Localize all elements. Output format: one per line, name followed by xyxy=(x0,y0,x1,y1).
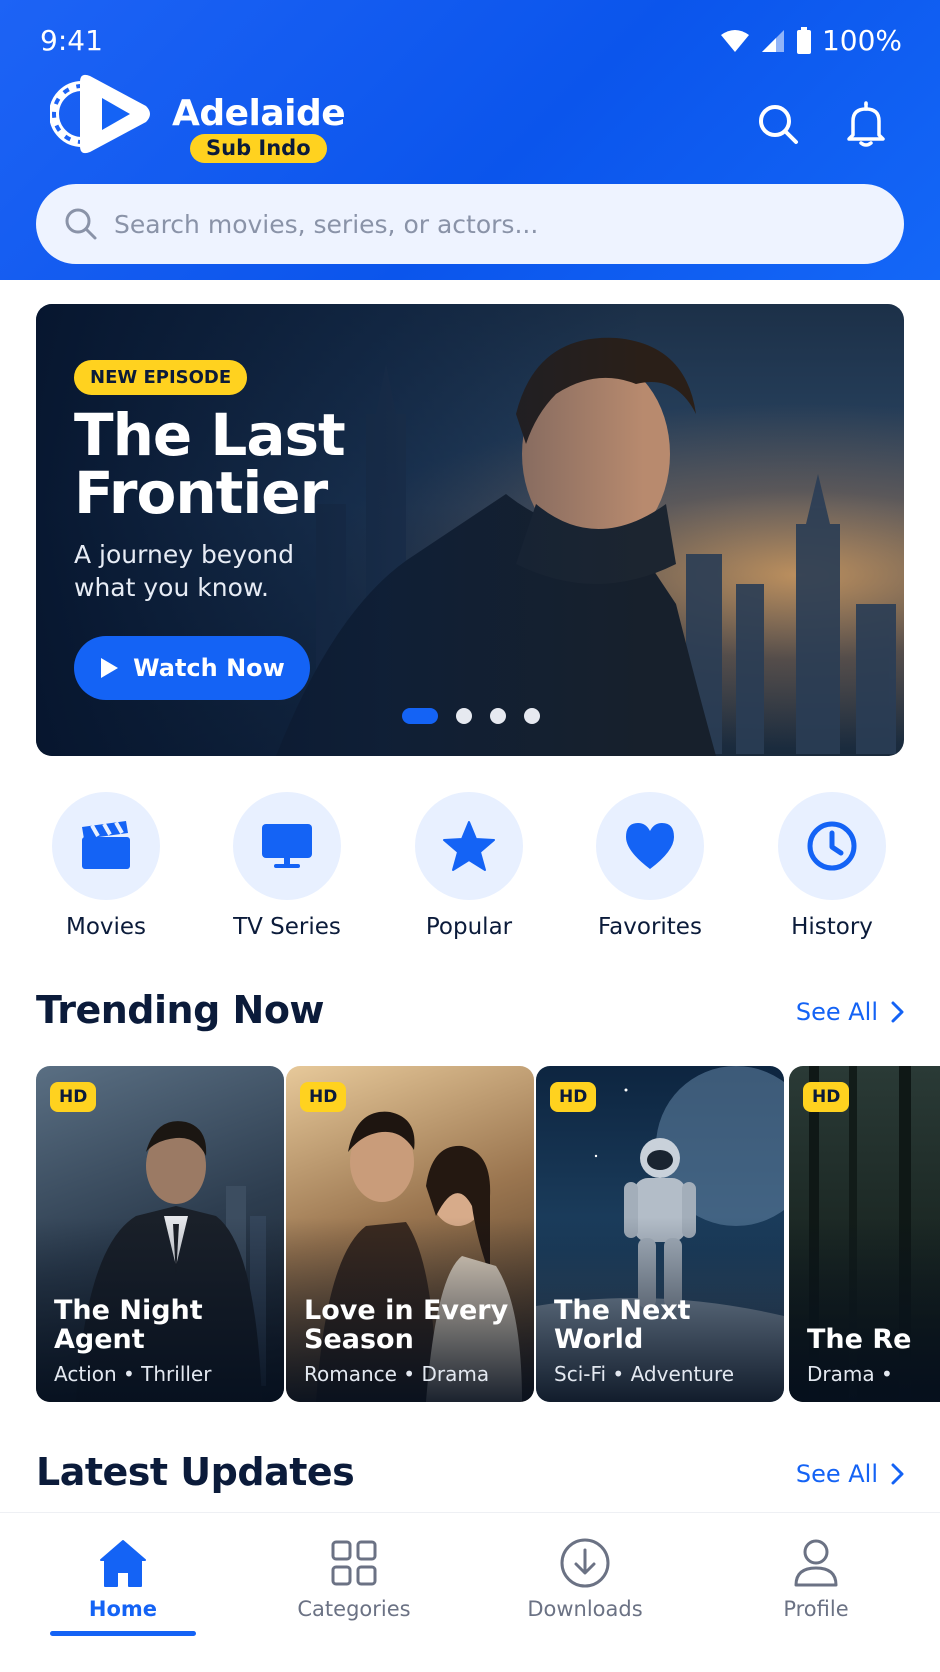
category-movies[interactable]: Movies xyxy=(31,792,181,940)
app-header: 9:41 100% Adelaide Sub Indo xyxy=(0,0,940,280)
carousel-dot[interactable] xyxy=(402,708,438,724)
category-favorites[interactable]: Favorites xyxy=(575,792,725,940)
battery-icon xyxy=(796,26,811,54)
card-genres: Sci-Fi • Adventure xyxy=(554,1362,735,1386)
brand-badge: Sub Indo xyxy=(190,134,327,163)
category-label: TV Series xyxy=(233,914,341,940)
hd-badge: HD xyxy=(300,1082,347,1112)
category-icon-circle xyxy=(778,792,886,900)
card-title: The Next World xyxy=(554,1295,691,1355)
nav-label: Categories xyxy=(297,1597,411,1621)
watch-now-button[interactable]: Watch Now xyxy=(74,636,310,700)
trending-see-all-link[interactable]: See All xyxy=(796,998,904,1026)
category-tv-series[interactable]: TV Series xyxy=(212,792,362,940)
card-genres: Drama • xyxy=(807,1362,893,1386)
trending-title: Trending Now xyxy=(36,988,325,1032)
nav-profile[interactable]: Profile xyxy=(716,1535,916,1621)
bottom-navigation: Home Categories Downloads Profile xyxy=(0,1512,940,1672)
category-history[interactable]: History xyxy=(757,792,907,940)
bell-icon xyxy=(847,101,885,147)
search-icon xyxy=(759,105,798,144)
nav-home[interactable]: Home xyxy=(23,1535,223,1621)
category-icon-circle xyxy=(52,792,160,900)
search-input[interactable] xyxy=(114,209,874,239)
star-icon xyxy=(443,821,495,871)
hd-badge: HD xyxy=(803,1082,850,1112)
search-bar[interactable] xyxy=(36,184,904,264)
nav-categories[interactable]: Categories xyxy=(254,1535,454,1621)
category-popular[interactable]: Popular xyxy=(394,792,544,940)
latest-updates-title: Latest Updates xyxy=(36,1450,355,1494)
carousel-dot[interactable] xyxy=(490,708,506,724)
battery-level: 100% xyxy=(821,24,902,57)
clapperboard-icon xyxy=(82,821,130,869)
card-genres: Romance • Drama xyxy=(304,1362,490,1386)
see-all-label: See All xyxy=(795,1460,878,1488)
chevron-right-icon xyxy=(891,1463,904,1485)
home-icon xyxy=(100,1540,146,1587)
watch-now-label: Watch Now xyxy=(133,654,285,682)
category-label: History xyxy=(791,914,873,940)
card-title: Love in Every Season xyxy=(304,1295,509,1355)
category-icon-circle xyxy=(415,792,523,900)
nav-label: Home xyxy=(88,1597,158,1621)
hero-title: The Last Frontier xyxy=(74,401,346,527)
nav-downloads[interactable]: Downloads xyxy=(485,1535,685,1621)
carousel-indicator xyxy=(402,708,540,724)
hero-badge: NEW EPISODE xyxy=(74,360,248,395)
category-icon-circle xyxy=(596,792,704,900)
cellular-signal-icon xyxy=(761,29,784,52)
status-indicators: 100% xyxy=(720,24,902,57)
card-genres: Action • Thriller xyxy=(54,1362,212,1386)
chevron-right-icon xyxy=(891,1001,904,1023)
nav-label: Profile xyxy=(783,1597,849,1621)
hero-subtitle: A journey beyond what you know. xyxy=(74,540,294,602)
notifications-button[interactable] xyxy=(840,98,892,150)
grid-icon xyxy=(331,1540,377,1586)
hero-banner[interactable]: NEW EPISODE The Last Frontier A journey … xyxy=(36,304,904,756)
category-label: Popular xyxy=(425,914,513,940)
brand-logo-icon xyxy=(49,66,166,162)
status-time: 9:41 xyxy=(40,24,103,57)
nav-label: Downloads xyxy=(527,1597,643,1621)
search-button[interactable] xyxy=(752,98,804,150)
trending-card[interactable]: HD The Re Drama • xyxy=(789,1066,940,1402)
play-icon xyxy=(101,658,119,678)
status-bar: 9:41 100% xyxy=(0,18,940,62)
carousel-dot[interactable] xyxy=(456,708,472,724)
carousel-dot[interactable] xyxy=(524,708,540,724)
profile-icon xyxy=(794,1539,838,1587)
download-icon xyxy=(560,1538,610,1588)
hd-badge: HD xyxy=(550,1082,597,1112)
tv-icon xyxy=(262,824,312,868)
category-label: Movies xyxy=(65,914,147,940)
trending-carousel[interactable]: HD The Night Agent Action • Thriller HD … xyxy=(36,1066,940,1402)
card-title: The Night Agent xyxy=(54,1295,203,1355)
category-icon-circle xyxy=(233,792,341,900)
latest-see-all-link[interactable]: See All xyxy=(796,1460,904,1488)
brand-name: Adelaide xyxy=(172,93,346,134)
clock-icon xyxy=(807,821,857,871)
brand-text: Adelaide Sub Indo xyxy=(172,93,346,163)
search-icon xyxy=(65,208,97,240)
wifi-icon xyxy=(720,29,749,52)
trending-card[interactable]: HD Love in Every Season Romance • Drama xyxy=(286,1066,534,1402)
heart-icon xyxy=(626,823,674,869)
trending-card[interactable]: HD The Night Agent Action • Thriller xyxy=(36,1066,284,1402)
card-title: The Re xyxy=(807,1324,912,1355)
see-all-label: See All xyxy=(795,998,878,1026)
category-label: Favorites xyxy=(598,914,702,940)
trending-card[interactable]: HD The Next World Sci-Fi • Adventure xyxy=(536,1066,784,1402)
hd-badge: HD xyxy=(50,1082,97,1112)
active-tab-indicator xyxy=(50,1631,196,1636)
brand[interactable]: Adelaide Sub Indo xyxy=(49,66,346,163)
